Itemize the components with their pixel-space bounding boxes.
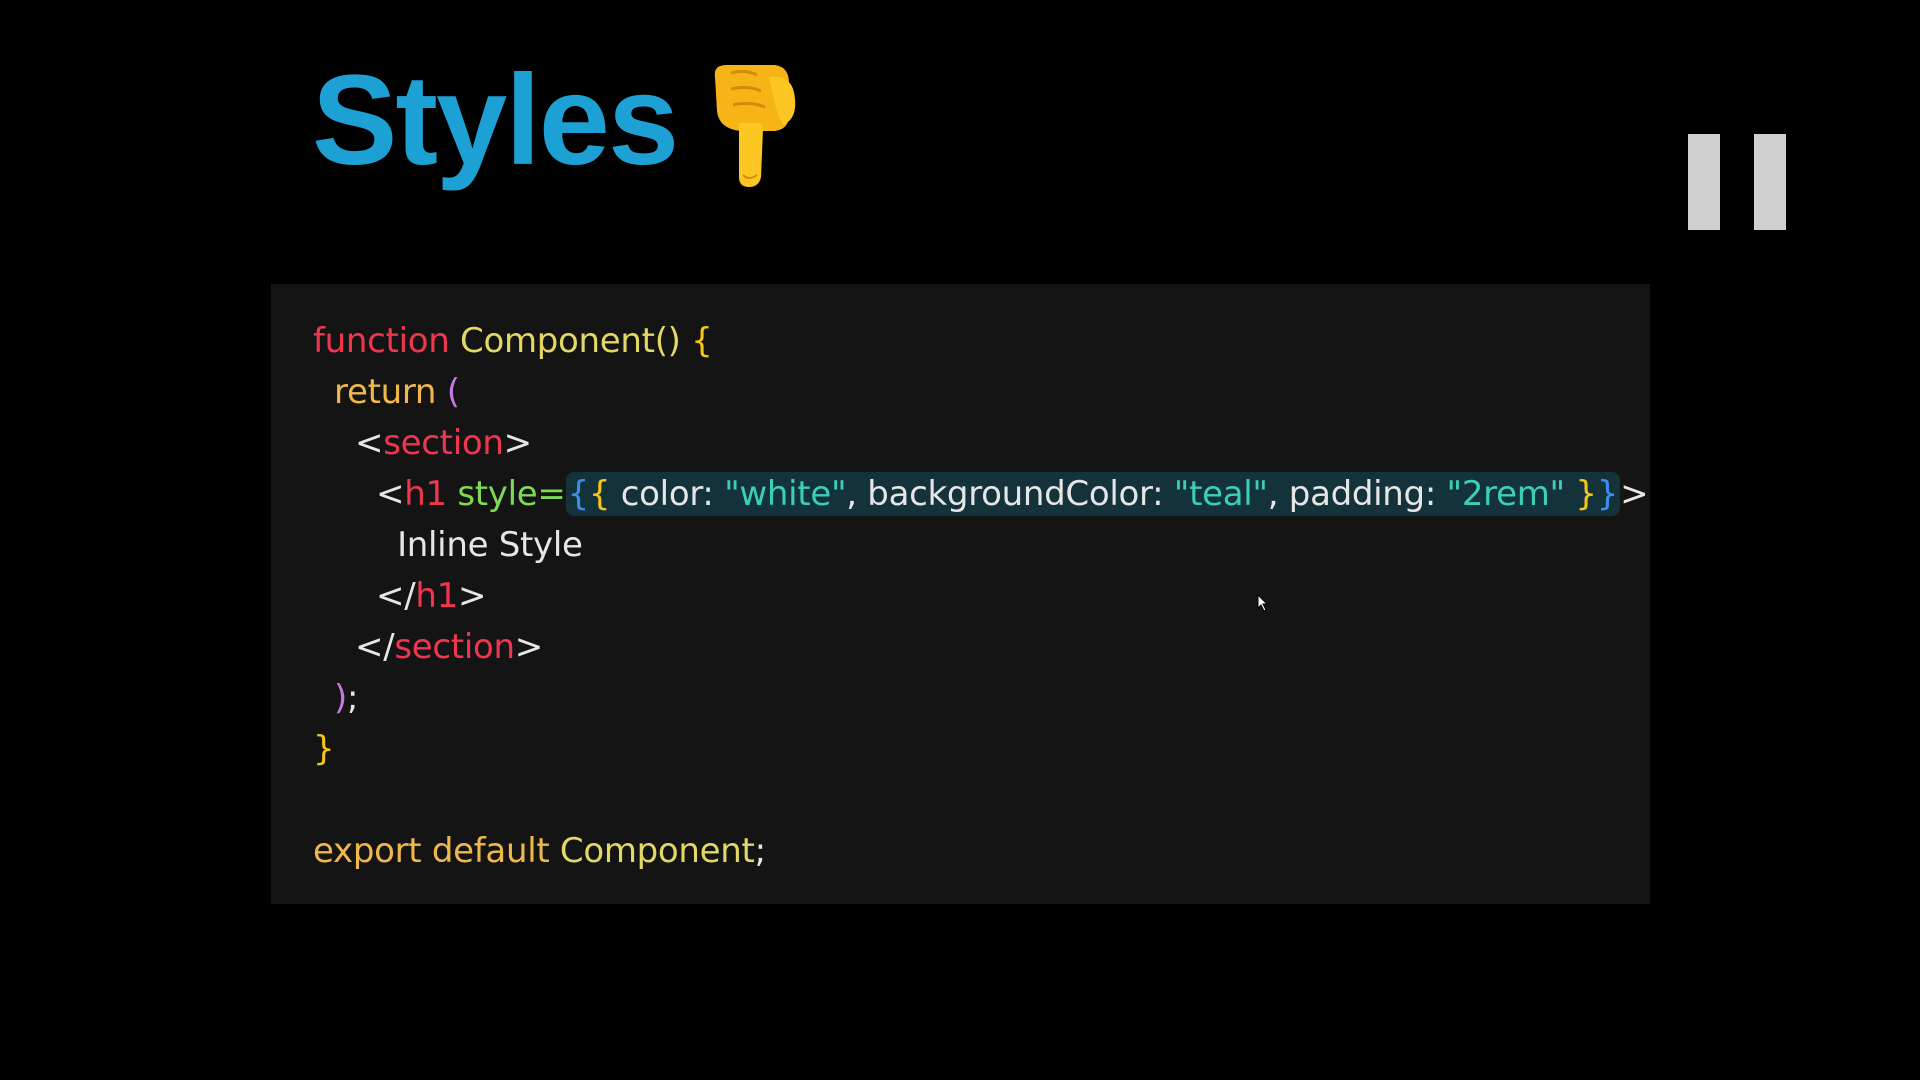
semicolon: ; [754, 831, 766, 871]
string-teal: "teal" [1173, 474, 1268, 514]
code-line-2: return ( [313, 367, 460, 417]
object-close-brace: } [1575, 474, 1597, 514]
close-paren: ) [334, 678, 347, 718]
selected-style-object: {{ color: "white", backgroundColor: "tea… [565, 472, 1621, 516]
pointing-down-hand-icon [701, 59, 801, 189]
tag-bracket: </ [376, 576, 416, 616]
code-line-6: </h1> [313, 571, 486, 621]
function-name: Component() [460, 321, 681, 361]
string-white: "white" [724, 474, 847, 514]
code-line-5: Inline Style [313, 520, 583, 570]
tag-bracket: > [503, 423, 533, 463]
pause-icon [1688, 134, 1720, 230]
keyword-return: return [334, 372, 437, 412]
close-brace: } [313, 729, 335, 769]
jsx-text: Inline Style [397, 525, 583, 565]
export-component-name: Component [559, 831, 755, 871]
code-line-9: } [313, 724, 335, 774]
code-line-3: <section> [313, 418, 532, 468]
tag-name-section: section [383, 423, 504, 463]
string-2rem: "2rem" [1446, 474, 1566, 514]
mouse-cursor-icon [1257, 593, 1269, 612]
code-line-4: <h1 style={{ color: "white", backgroundC… [313, 469, 1649, 519]
expression-open-brace: { [567, 474, 590, 514]
code-line-8: ); [313, 673, 358, 723]
semicolon: ; [346, 678, 359, 718]
tag-name-section: section [394, 627, 515, 667]
slide-title-text: Styles [312, 48, 679, 192]
pause-icon-bar [1754, 134, 1786, 230]
open-paren: ( [446, 372, 460, 412]
tag-bracket: > [1620, 474, 1649, 514]
tag-name-h1: h1 [415, 576, 458, 616]
attribute-style: style= [457, 474, 566, 514]
tag-bracket: </ [355, 627, 395, 667]
property-background-color: , backgroundColor: [846, 474, 1174, 514]
object-open-brace: { [588, 474, 611, 514]
code-line-7: </section> [313, 622, 543, 672]
tag-name-h1: h1 [404, 474, 447, 514]
slide-title: Styles [312, 40, 801, 200]
code-line-11: export default Component; [313, 826, 766, 876]
tag-bracket: > [457, 576, 487, 616]
tag-bracket: < [376, 474, 405, 514]
open-brace: { [691, 321, 713, 361]
tag-bracket: < [355, 423, 384, 463]
keyword-export-default: export default [313, 831, 550, 871]
property-color: color: [610, 474, 725, 514]
keyword-function: function [313, 321, 450, 361]
property-padding: , padding: [1267, 474, 1447, 514]
code-line-1: function Component() { [313, 316, 713, 366]
tag-bracket: > [514, 627, 544, 667]
expression-close-brace: } [1596, 474, 1619, 514]
pause-button[interactable] [1688, 134, 1786, 230]
code-block: function Component() { return ( <section… [271, 284, 1650, 904]
